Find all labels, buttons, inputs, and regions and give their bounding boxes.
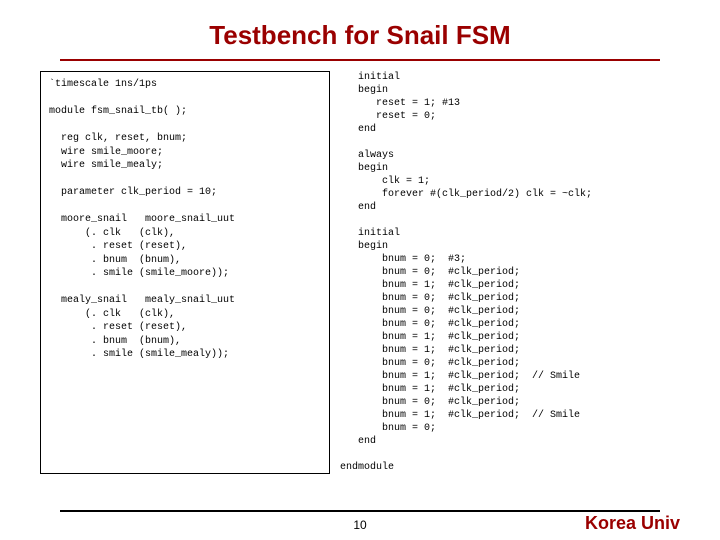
code-block-left: `timescale 1ns/1ps module fsm_snail_tb( … [40,71,330,474]
title-divider [60,59,660,61]
page-title: Testbench for Snail FSM [0,0,720,59]
footer-label: Korea Univ [585,513,680,534]
code-block-right: initial begin reset = 1; #13 reset = 0; … [340,71,680,474]
bottom-divider [60,510,660,512]
content-area: `timescale 1ns/1ps module fsm_snail_tb( … [0,71,720,474]
